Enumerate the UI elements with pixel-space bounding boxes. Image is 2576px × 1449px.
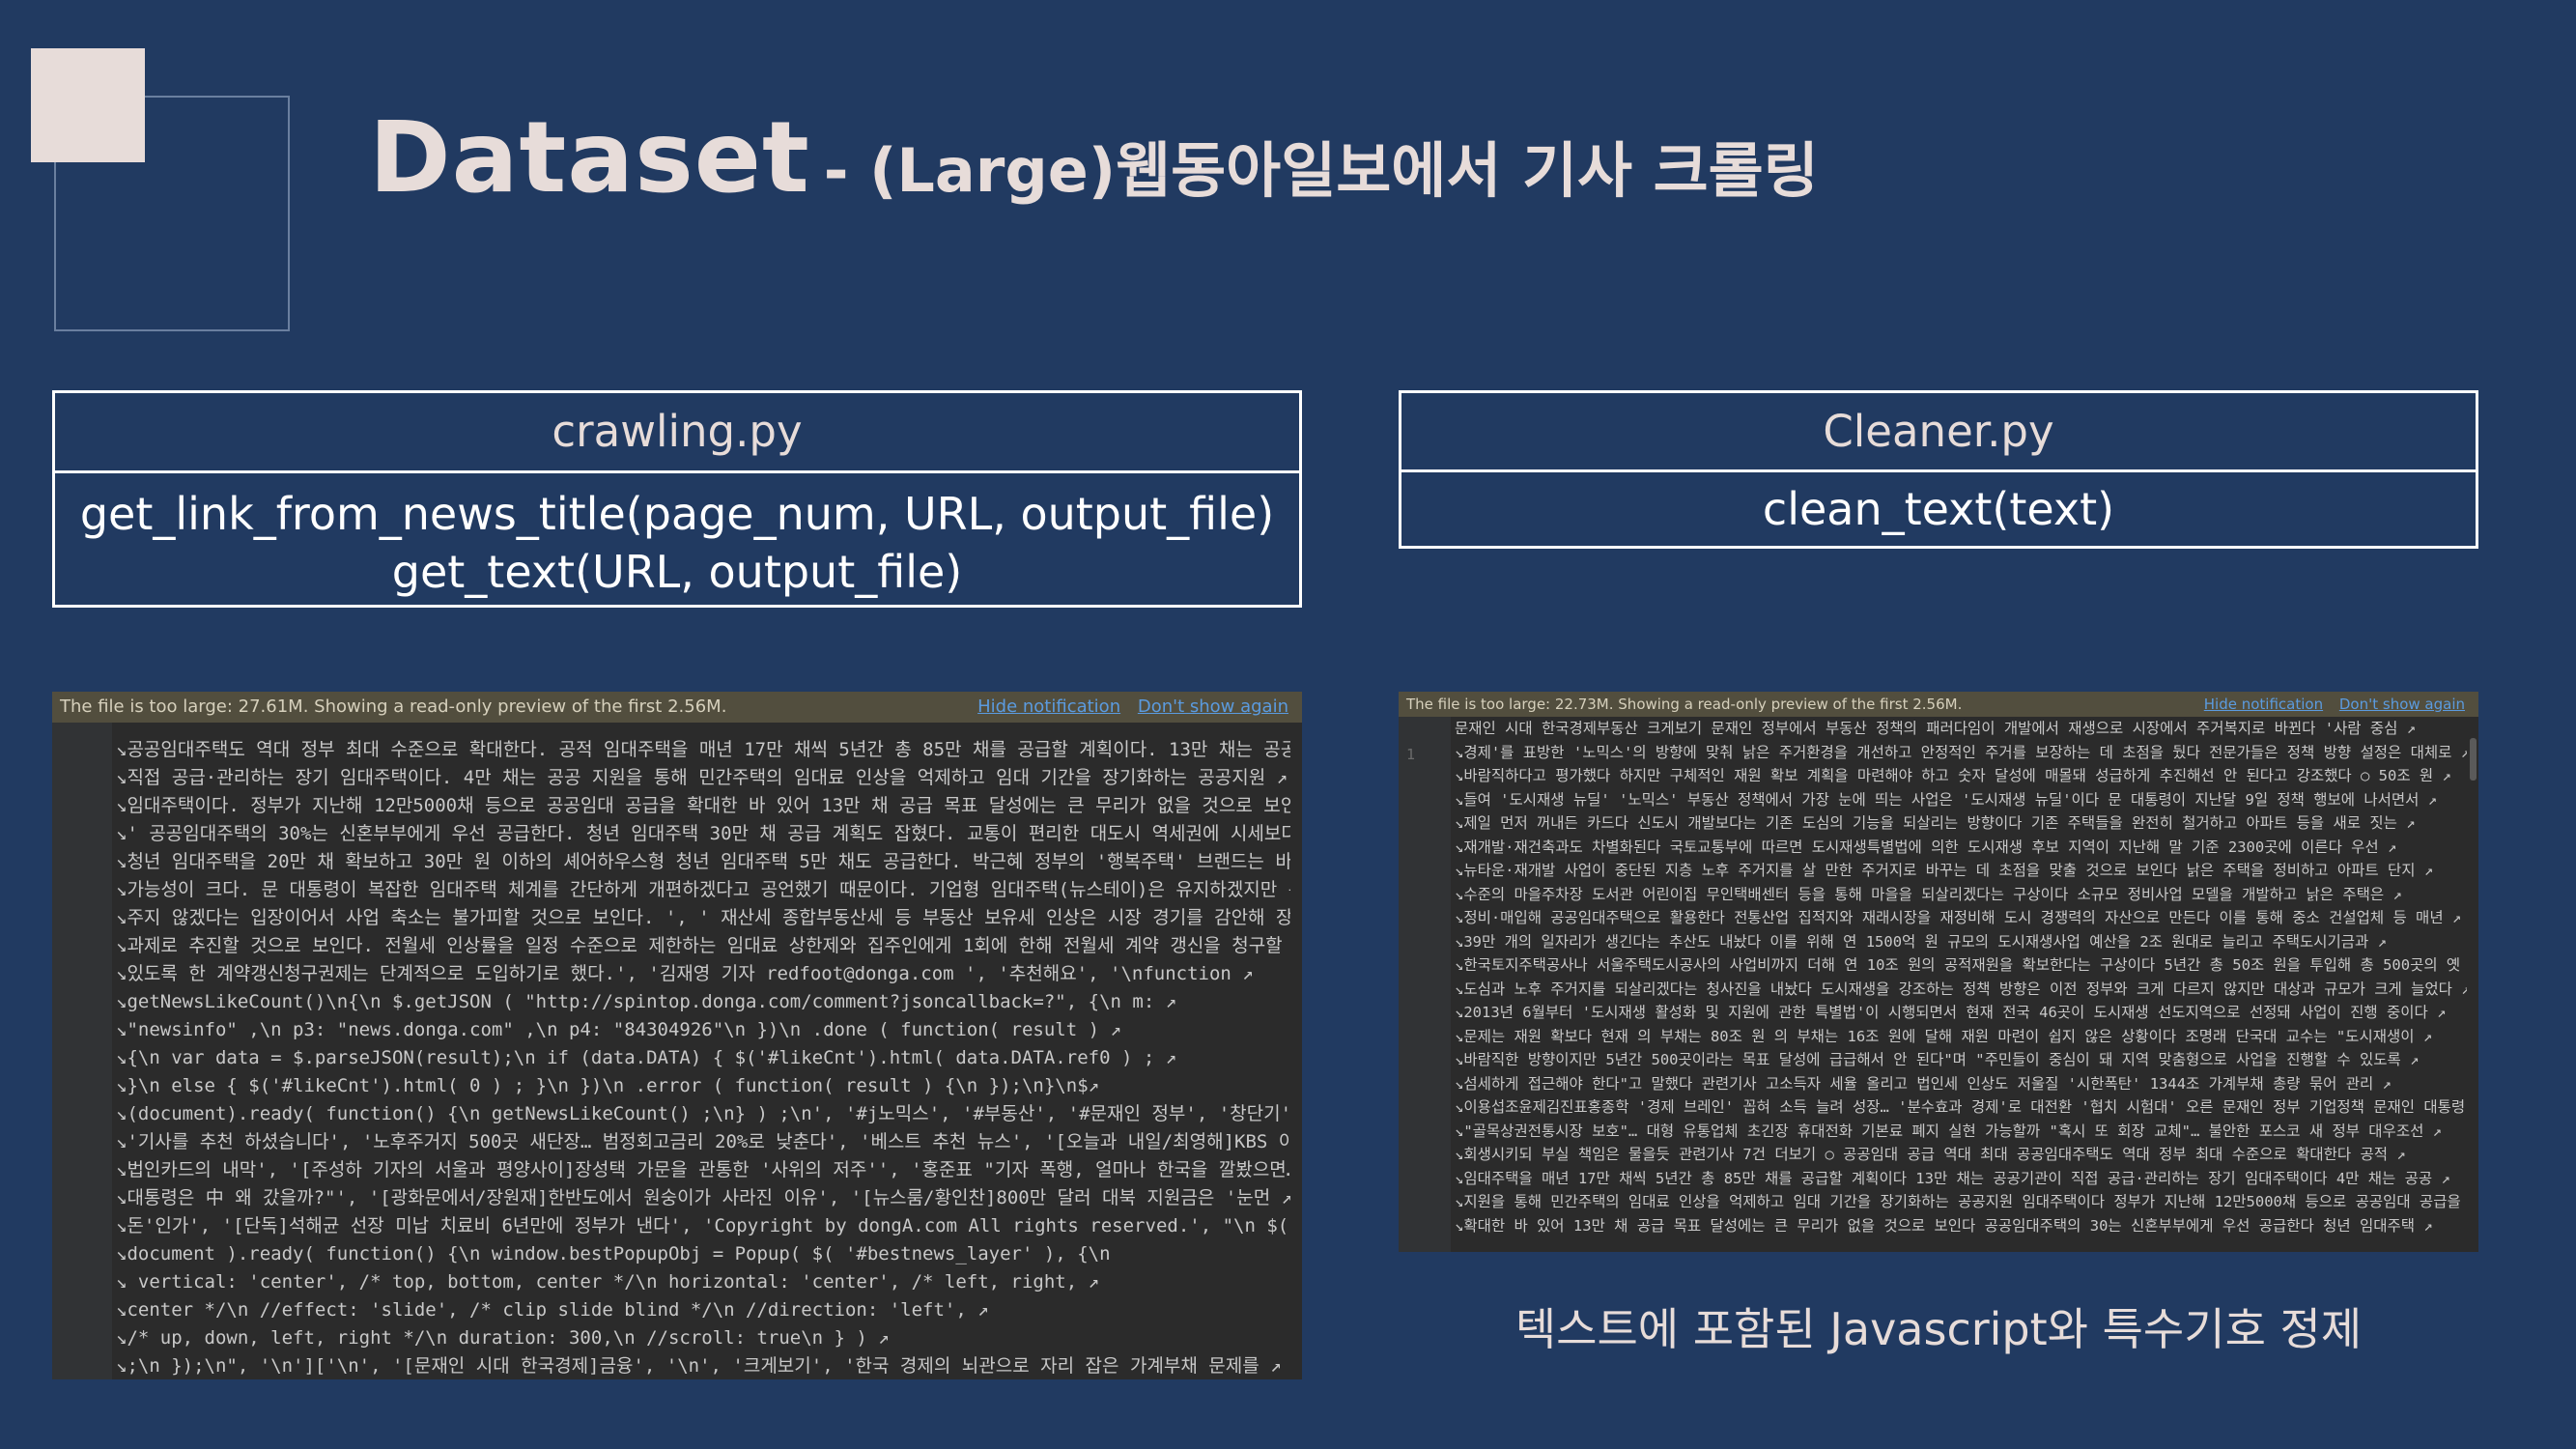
dont-show-again-link[interactable]: Don't show again <box>1138 696 1288 717</box>
code-line: ↘가능성이 크다. 문 대통령이 복잡한 임대주택 체계를 간단하게 개편하겠다… <box>116 879 1290 900</box>
editor-screenshot-crawling-output: The file is too large: 27.61M. Showing a… <box>52 692 1302 1379</box>
code-line: ↘회생시키되 부실 책임은 물을듯 관련기사 7건 더보기 ○ 공공임대 공급 … <box>1455 1146 2406 1163</box>
code-line: ↘임대주택을 매년 17만 채씩 5년간 총 85만 채를 공급할 계획이다 1… <box>1455 1169 2450 1187</box>
code-line: ↘확대한 바 있어 13만 채 공급 목표 달성에는 큰 무리가 없을 것으로 … <box>1455 1216 2433 1235</box>
notification-message: The file is too large: 22.73M. Showing a… <box>1406 696 1963 713</box>
scrollbar-thumb[interactable] <box>2470 738 2477 781</box>
code-line: ↘지원을 통해 민간주택의 임대료 인상을 억제하고 임대 기간을 장기화하는 … <box>1455 1193 2467 1210</box>
code-line: ↘임대주택이다. 정부가 지난해 12만5000채 등으로 공공임대 공급을 확… <box>116 795 1290 816</box>
code-line: ↘청년 임대주택을 20만 채 확보하고 30만 원 이하의 셰어하우스형 청년… <box>116 851 1290 872</box>
code-area: ↘공공임대주택도 역대 정부 최대 수준으로 확대한다. 공적 임대주택을 매년… <box>116 723 1290 1379</box>
code-line: ↘'기사를 추천 하셨습니다', '노후주거지 500곳 새단장… 범정회고금리… <box>116 1131 1290 1152</box>
code-line: ↘바람직하다고 평가했다 하지만 구체적인 재원 확보 계획을 마련해야 하고 … <box>1455 767 2451 784</box>
code-line: ↘정비·매입해 공공임대주택으로 활용한다 전통산업 집적지와 재래시장을 재정… <box>1455 909 2462 926</box>
decorative-filled-square <box>31 48 145 162</box>
code-line: ↘;\n });\n", '\n']['\n', '[문재인 시대 한국경제]금… <box>116 1355 1282 1377</box>
code-line: ↘재개발·재건축과도 차별화된다 국토교통부에 따르면 도시재생특별법에 의한 … <box>1455 838 2397 856</box>
code-line: ↘과제로 추진할 것으로 보인다. 전월세 인상률을 일정 수준으로 제한하는 … <box>116 935 1290 956</box>
dont-show-again-link[interactable]: Don't show again <box>2339 696 2465 713</box>
code-line: ↘뉴타운·재개발 사업이 중단된 지층 노후 주거지를 살 만한 주거지로 바꾸… <box>1455 862 2434 879</box>
function-signature: get_link_from_news_title(page_num, URL, … <box>79 488 1275 540</box>
code-line: ↘getNewsLikeCount()\n{\n $.getJSON ( "ht… <box>116 991 1177 1012</box>
code-area: 문재인 시대 한국경제부동산 크게보기 문재인 정부에서 부동산 정책의 패러다… <box>1455 717 2467 1252</box>
code-line: ↘ vertical: 'center', /* top, bottom, ce… <box>116 1271 1100 1293</box>
cleaner-caption: 텍스트에 포함된 Javascript와 특수기호 정제 <box>1514 1303 2363 1355</box>
code-line: ↘/* up, down, left, right */\n duration:… <box>116 1327 890 1349</box>
code-line: ↘한국토지주택공사나 서울주택도시공사의 사업비까지 더해 연 10조 원의 공… <box>1455 956 2467 974</box>
function-signature: clean_text(text) <box>1762 483 2115 535</box>
file-too-large-notification: The file is too large: 22.73M. Showing a… <box>1399 692 2478 717</box>
editor-screenshot-cleaned-output: The file is too large: 22.73M. Showing a… <box>1399 692 2478 1252</box>
crawling-box: crawling.py get_link_from_news_title(pag… <box>52 390 1302 608</box>
code-line: 문재인 시대 한국경제부동산 크게보기 문재인 정부에서 부동산 정책의 패러다… <box>1455 720 2417 737</box>
code-line: ↘바람직한 방향이지만 5년간 500곳이라는 목표 달성에 급급해서 안 된다… <box>1455 1051 2420 1068</box>
code-line: ↘(document).ready( function() {\n getNew… <box>116 1103 1290 1124</box>
code-line: ↘center */\n //effect: 'slide', /* clip … <box>116 1299 989 1321</box>
code-line: ↘제일 먼저 꺼내든 카드다 신도시 개발보다는 기존 도심의 기능을 되살리는… <box>1455 814 2416 832</box>
line-number: 1 <box>1406 746 1416 763</box>
code-line: ↘2013년 6월부터 '도시재생 활성화 및 지원에 관한 특별법'이 시행되… <box>1455 1004 2447 1021</box>
code-line: ↘' 공공임대주택의 30%는 신혼부부에게 우선 공급한다. 청년 임대주택 … <box>116 823 1290 844</box>
file-too-large-notification: The file is too large: 27.61M. Showing a… <box>52 692 1302 723</box>
code-line: ↘39만 개의 일자리가 생긴다는 추산도 내놨다 이를 위해 연 1500억 … <box>1455 932 2387 951</box>
code-line: ↘"골목상권전통시장 보호"… 대형 유통업체 초긴장 휴대전화 기본료 폐지 … <box>1455 1122 2443 1140</box>
code-line: ↘공공임대주택도 역대 정부 최대 수준으로 확대한다. 공적 임대주택을 매년… <box>116 739 1290 760</box>
code-line: ↘들여 '도시재생 뉴딜' '노믹스' 부동산 정책에서 가장 눈에 띄는 사업… <box>1455 790 2438 809</box>
code-line: ↘이용섭조윤제김진표홍종학 '경제 브레인' 꼽혀 소득 늘려 성장… '분수효… <box>1455 1098 2467 1116</box>
code-line: ↘직접 공급·관리하는 장기 임대주택이다. 4만 채는 공공 지원을 통해 민… <box>116 767 1288 788</box>
code-line: ↘경제'를 표방한 '노믹스'의 방향에 맞춰 낡은 주거환경을 개선하고 안정… <box>1455 743 2467 761</box>
slide-title-subtitle: - (Large)웹동아일보에서 기사 크롤링 <box>823 135 1819 206</box>
slide-title-main: Dataset <box>369 100 810 215</box>
cleaner-box: Cleaner.py clean_text(text) <box>1399 390 2478 549</box>
slide-title: Dataset - (Large)웹동아일보에서 기사 크롤링 <box>369 100 1819 215</box>
code-line: ↘수준의 마을주차장 도서관 어린이집 무인택배센터 등을 통해 마을을 되살리… <box>1455 885 2402 903</box>
crawling-box-functions: get_link_from_news_title(page_num, URL, … <box>55 473 1299 601</box>
code-line: ↘도심과 노후 주거지를 되살리겠다는 청사진을 내놨다 도시재생을 강조하는 … <box>1455 980 2467 998</box>
cleaner-box-functions: clean_text(text) <box>1401 472 2476 546</box>
hide-notification-link[interactable]: Hide notification <box>977 696 1120 717</box>
code-line: ↘있도록 한 계약갱신청구권제는 단계적으로 도입하기로 했다.', '김재영 … <box>116 963 1254 984</box>
code-line: ↘문제는 재원 확보다 현재 의 부채는 80조 원 의 부채는 16조 원에 … <box>1455 1027 2433 1045</box>
code-line: ↘돈'인가', '[단독]석해균 선장 미납 치료비 6년만에 정부가 낸다',… <box>116 1215 1290 1236</box>
line-number-gutter: 1 <box>1399 717 1451 1252</box>
hide-notification-link[interactable]: Hide notification <box>2204 696 2323 713</box>
code-line: ↘document ).ready( function() {\n window… <box>116 1243 1111 1264</box>
code-line: ↘섬세하게 접근해야 한다"고 말했다 관련기사 고소득자 세율 올리고 법인세… <box>1455 1074 2392 1093</box>
code-line: ↘}\n else { $('#likeCnt').html( 0 ) ; }\… <box>116 1075 1100 1096</box>
function-signature: get_text(URL, output_file) <box>391 546 963 598</box>
code-line: ↘{\n var data = $.parseJSON(result);\n i… <box>116 1047 1177 1068</box>
code-line: ↘주지 않겠다는 입장이어서 사업 축소는 불가피할 것으로 보인다. ', '… <box>116 907 1290 928</box>
code-line: ↘대통령은 中 왜 갔을까?"', '[광화문에서/장원재]한반도에서 원숭이가… <box>116 1187 1290 1208</box>
code-line: ↘법인카드의 내막', '[주성하 기자의 서울과 평양사이]장성택 가문을 관… <box>116 1159 1290 1180</box>
code-line-partial <box>116 723 1290 736</box>
code-line: ↘"newsinfo" ,\n p3: "news.donga.com" ,\n… <box>116 1019 1121 1040</box>
cleaner-box-header: Cleaner.py <box>1401 393 2476 472</box>
crawling-box-header: crawling.py <box>55 393 1299 473</box>
notification-message: The file is too large: 27.61M. Showing a… <box>60 696 727 717</box>
line-number-gutter <box>52 723 112 1379</box>
